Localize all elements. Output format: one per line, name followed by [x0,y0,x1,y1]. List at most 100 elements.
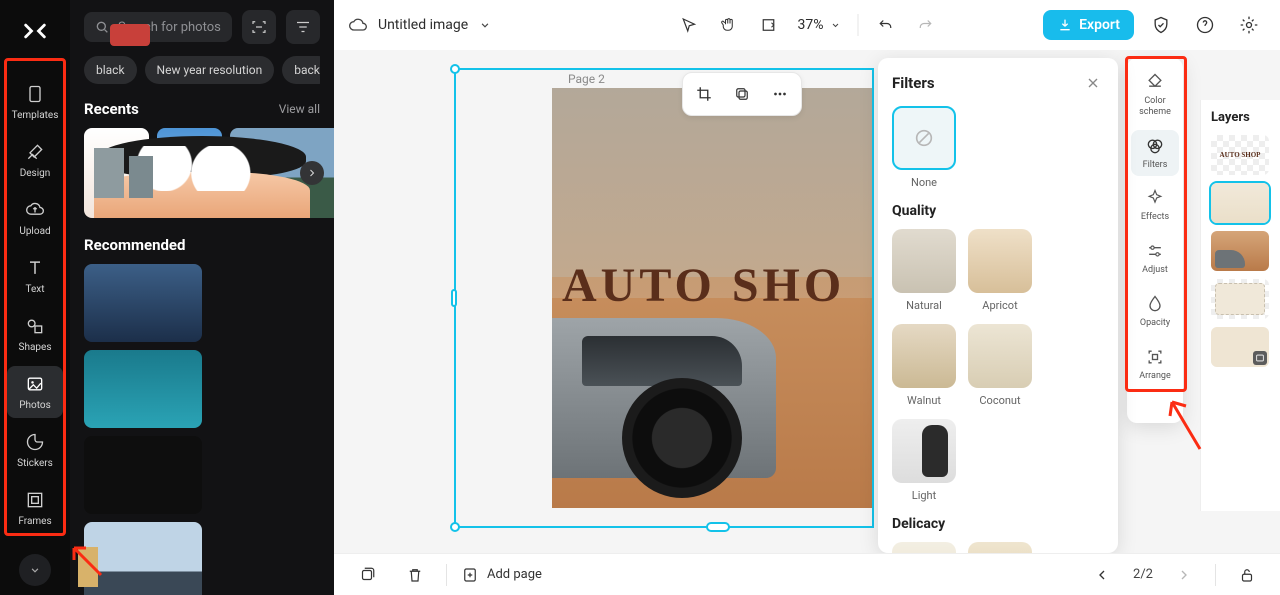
nav-label: Upload [19,226,50,237]
image-icon [24,373,46,395]
nav-templates[interactable]: Templates [7,76,63,128]
filter-walnut[interactable]: Walnut [892,324,956,407]
recents-row [84,128,320,218]
app-logo[interactable] [18,14,52,48]
view-all-link[interactable]: View all [279,102,320,116]
sparkle-icon [1145,188,1165,208]
nav-frames[interactable]: Frames [7,482,63,534]
auto-shop-text: AUTO SHO [562,258,872,313]
close-button[interactable] [1082,72,1104,94]
droplet-icon [1145,294,1165,314]
canvas-image[interactable]: AUTO SHO [552,88,872,508]
resize-handle[interactable] [451,289,457,307]
redo-button[interactable] [909,8,943,42]
nav-label: Photos [19,400,51,411]
zoom-select[interactable]: 37% [792,13,848,37]
resize-handle[interactable] [450,522,460,532]
rail-arrange[interactable]: Arrange [1131,341,1179,388]
hand-tool[interactable] [712,8,746,42]
layers-title: Layers [1211,110,1270,125]
filters-panel: Filters None Quality Natural Apricot Wal… [878,58,1118,553]
chevron-down-icon[interactable] [478,18,492,32]
photo-thumb[interactable] [84,436,202,514]
filter-button[interactable] [286,10,320,44]
chip[interactable]: back [282,56,320,84]
export-button[interactable]: Export [1043,10,1134,40]
download-icon [1057,17,1073,33]
text-icon [24,257,46,279]
cloud-icon [348,15,368,35]
scroll-right-button[interactable] [300,161,324,185]
rail-effects[interactable]: Effects [1131,182,1179,229]
document-title[interactable]: Untitled image [378,17,468,33]
photo-thumb[interactable] [84,350,202,428]
lock-button[interactable] [1230,558,1264,592]
chevron-down-icon [830,19,842,31]
duplicate-button[interactable] [725,77,759,111]
layer-thumb[interactable]: AUTO SHOP [1211,135,1269,175]
canvas[interactable]: Page 2 AUTO SHO Filters None Quality Nat… [334,50,1280,553]
nav-design[interactable]: Design [7,134,63,186]
settings-icon[interactable] [1232,8,1266,42]
prev-page-button[interactable] [1085,558,1119,592]
duplicate-page-button[interactable] [350,558,384,592]
nav-label: Templates [12,110,59,121]
nav-label: Stickers [17,458,53,469]
rail-color-scheme[interactable]: Color scheme [1131,66,1179,124]
nav-label: Frames [18,516,51,527]
filter-apricot[interactable]: Apricot [968,229,1032,312]
undo-button[interactable] [869,8,903,42]
scan-button[interactable] [242,10,276,44]
layer-thumb[interactable] [1211,183,1269,223]
filter-coconut[interactable]: Coconut [968,324,1032,407]
delete-page-button[interactable] [398,558,432,592]
arrange-icon [1145,347,1165,367]
add-page-icon [461,566,479,584]
device-icon [24,83,46,105]
chip[interactable]: New year resolution [145,56,275,84]
photo-thumb[interactable] [84,264,202,342]
nav-more-button[interactable] [19,554,51,586]
topbar: Untitled image 37% Export [334,0,1280,50]
rail-adjust[interactable]: Adjust [1131,235,1179,282]
more-button[interactable] [763,77,797,111]
resize-handle[interactable] [450,64,460,74]
nav-shapes[interactable]: Shapes [7,308,63,360]
paint-icon [1145,72,1165,92]
shield-icon[interactable] [1144,8,1178,42]
sliders-icon [1145,241,1165,261]
filter-delicacy-2[interactable] [968,542,1032,553]
layer-thumb[interactable] [1211,279,1269,319]
resize-handle[interactable] [706,522,730,532]
photo-thumb[interactable] [84,522,202,595]
rail-filters[interactable]: Filters [1131,130,1179,177]
nav-label: Shapes [19,342,52,353]
zoom-value: 37% [798,17,824,33]
nav-label: Design [20,168,51,179]
filters-title: Filters [892,74,935,92]
layers-panel: Layers AUTO SHOP [1200,100,1280,511]
nav-label: Text [25,284,44,295]
nav-upload[interactable]: Upload [7,192,63,244]
filter-natural[interactable]: Natural [892,229,956,312]
chip[interactable]: black [84,56,137,84]
next-page-button[interactable] [1167,558,1201,592]
left-sidebar: Templates Design Upload Text Shapes Phot… [0,0,70,595]
nav-stickers[interactable]: Stickers [7,424,63,476]
nav-text[interactable]: Text [7,250,63,302]
crop-button[interactable] [687,77,721,111]
add-page-button[interactable]: Add page [461,566,542,584]
filter-none[interactable]: None [892,106,956,189]
search-icon [94,19,110,35]
filter-delicacy-1[interactable] [892,542,956,553]
layer-thumb[interactable] [1211,231,1269,271]
help-icon[interactable] [1188,8,1222,42]
select-tool[interactable] [672,8,706,42]
filter-light[interactable]: Light [892,419,956,502]
rail-opacity[interactable]: Opacity [1131,288,1179,335]
layer-thumb[interactable] [1211,327,1269,367]
nav-photos[interactable]: Photos [7,366,63,418]
search-input[interactable]: Search for photos [84,12,232,42]
export-label: Export [1079,17,1120,33]
artboard-tool[interactable] [752,8,786,42]
